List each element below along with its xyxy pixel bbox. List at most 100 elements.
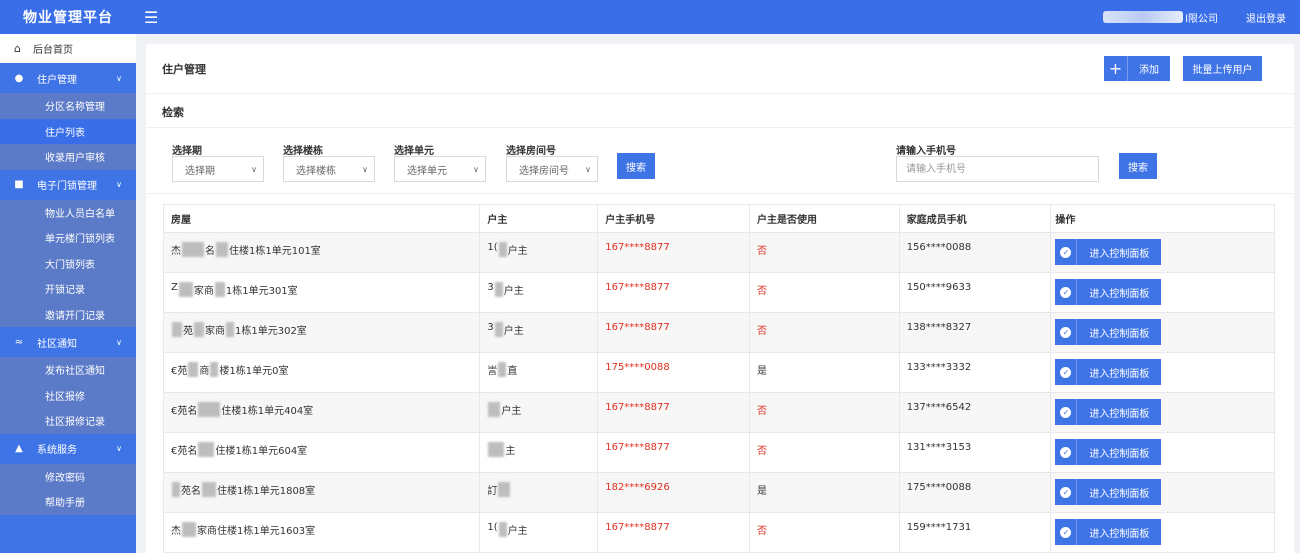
chevron-down-icon: ∨ [116,337,122,347]
logout-link[interactable]: 退出登录 [1246,10,1286,25]
chevron-down-icon: ∨ [362,164,368,174]
bulk-upload-button[interactable]: 批量上传用户 [1183,56,1262,81]
room-label: 选择房间号 [506,146,556,157]
member-phone-cell: 133****3332 [900,353,1052,392]
page-title: 住户管理 [162,62,206,76]
member-phone-cell: 150****9633 [900,273,1052,312]
sidebar-item-staff-whitelist[interactable]: 物业人员白名单 [0,199,136,225]
sidebar-item-repair[interactable]: 社区报修 [0,382,136,408]
control-panel-button[interactable]: ✓ 进入控制面板 [1055,439,1162,465]
phone-input[interactable] [896,156,1099,182]
sidebar-item-resident-list[interactable]: 住户列表 [0,118,136,144]
member-phone-cell: 175****0088 [900,473,1052,512]
control-panel-button[interactable]: ✓ 进入控制面板 [1055,319,1162,345]
sidebar-item-zone-names[interactable]: 分区名称管理 [0,93,136,119]
chevron-down-icon: ∨ [116,180,122,189]
sidebar-item-repair-records[interactable]: 社区报修记录 [0,408,136,434]
sidebar-item-unit-locks[interactable]: 单元楼门锁列表 [0,225,136,251]
owner-phone-cell: 175****0088 [598,353,750,392]
owner-used-cell: 否 [750,433,900,472]
room-select[interactable]: 选择房间号 ∨ [506,156,598,182]
owner-used-cell: 否 [750,233,900,272]
sidebar-group-notices[interactable]: ≈ 社区通知 ∨ [0,327,136,357]
add-button[interactable]: + 添加 [1104,56,1170,81]
owner-cell: 3 户主 [480,273,599,312]
top-bar: 物业管理平台 ☰ l限公司 退出登录 [0,0,1300,34]
owner-used-cell: 否 [750,273,900,312]
chevron-down-icon: ∨ [473,164,479,174]
owner-used-cell: 否 [750,513,900,552]
column-header-owner: 户主 [480,205,599,232]
actions-cell: ✓ 进入控制面板 [1051,513,1274,552]
owner-used-cell: 是 [750,353,900,392]
actions-cell: ✓ 进入控制面板 [1051,473,1274,512]
unit-select[interactable]: 选择单元 ∨ [394,156,486,182]
actions-cell: ✓ 进入控制面板 [1051,273,1274,312]
building-label: 选择楼栋 [283,146,323,157]
column-header-member-phone: 家庭成员手机 [900,205,1052,232]
resident-table: 房屋 户主 户主手机号 户主是否使用 家庭成员手机 操作 杰名住楼1栋1单元10… [163,204,1275,553]
phone-search-button[interactable]: 搜索 [1119,153,1157,179]
sidebar-item-home[interactable]: ⌂ 后台首页 [0,34,136,63]
top-right: l限公司 退出登录 [1103,10,1300,25]
building-select[interactable]: 选择楼栋 ∨ [283,156,375,182]
owner-used-cell: 否 [750,393,900,432]
sidebar-item-user-review[interactable]: 收录用户审核 [0,144,136,170]
owner-cell: 3 户主 [480,313,599,352]
user-icon: ● [14,72,24,84]
owner-phone-cell: 182****6926 [598,473,750,512]
control-panel-button[interactable]: ✓ 进入控制面板 [1055,399,1162,425]
house-cell: 杰名住楼1栋1单元101室 [164,233,481,272]
table-row: €苑名 住楼1栋1单元604室 主 167****8877 否 131****31… [164,433,1274,473]
chevron-down-icon: ∨ [251,164,257,174]
sidebar-item-invite-records[interactable]: 邀请开门记录 [0,301,136,327]
house-cell: Z 家商 1栋1单元301室 [164,273,481,312]
member-phone-cell: 156****0088 [900,233,1052,272]
sidebar-group-locks[interactable]: ■ 电子门锁管理 ∨ [0,169,136,200]
period-select[interactable]: 选择期 ∨ [172,156,264,182]
control-panel-button[interactable]: ✓ 进入控制面板 [1055,279,1162,305]
table-row: 杰家商住楼1栋1单元1603室 1(户主 167****8877 否 159**… [164,513,1274,553]
table-row: €苑商楼1栋1单元0室 訔直 175****0088 是 133****3332… [164,353,1274,393]
company-name: l限公司 [1103,10,1218,25]
owner-phone-cell: 167****8877 [598,313,750,352]
control-panel-button[interactable]: ✓ 进入控制面板 [1055,479,1162,505]
search-button[interactable]: 搜索 [617,153,655,179]
divider [146,193,1294,194]
chevron-down-icon: ∨ [585,164,591,174]
column-header-house: 房屋 [164,205,481,232]
control-panel-button[interactable]: ✓ 进入控制面板 [1055,359,1162,385]
check-circle-icon: ✓ [1055,439,1078,465]
check-circle-icon: ✓ [1055,319,1078,345]
member-phone-cell: 137****6542 [900,393,1052,432]
sidebar-item-unlock-records[interactable]: 开锁记录 [0,276,136,302]
owner-cell: 訔直 [480,353,599,392]
sidebar-item-publish-notice[interactable]: 发布社区通知 [0,357,136,383]
table-row: €苑名 住楼1栋1单元404室 户主 167****8877 否 137****6… [164,393,1274,433]
control-panel-button[interactable]: ✓ 进入控制面板 [1055,239,1162,265]
phone-label: 请输入手机号 [896,146,956,157]
lock-icon: ■ [14,179,24,190]
actions-cell: ✓ 进入控制面板 [1051,353,1274,392]
member-phone-cell: 159****1731 [900,513,1052,552]
owner-cell: 1(户主 [480,233,599,272]
brand-title: 物业管理平台 [23,10,113,26]
wifi-icon: ≈ [14,336,24,348]
table-row: Z 家商 1栋1单元301室 3 户主 167****8877 否 150****96… [164,273,1274,313]
owner-phone-cell: 167****8877 [598,433,750,472]
search-section-title: 检索 [162,106,184,119]
check-circle-icon: ✓ [1055,359,1078,385]
table-row: 杰名住楼1栋1单元101室 1(户主 167****8877 否 156****… [164,233,1274,273]
column-header-owner-phone: 户主手机号 [598,205,750,232]
house-cell: €苑名 住楼1栋1单元604室 [164,433,481,472]
sidebar-item-gate-locks[interactable]: 大门锁列表 [0,250,136,276]
sidebar-item-help[interactable]: 帮助手册 [0,489,136,515]
sidebar-group-residents[interactable]: ● 住户管理 ∨ [0,63,136,93]
owner-phone-cell: 167****8877 [598,513,750,552]
sidebar-item-change-password[interactable]: 修改密码 [0,463,136,489]
sidebar-group-system[interactable]: ▲ 系统服务 ∨ [0,433,136,464]
hamburger-icon[interactable]: ☰ [144,8,158,27]
control-panel-button[interactable]: ✓ 进入控制面板 [1055,519,1162,545]
owner-cell: 1(户主 [480,513,599,552]
unit-label: 选择单元 [394,146,434,157]
